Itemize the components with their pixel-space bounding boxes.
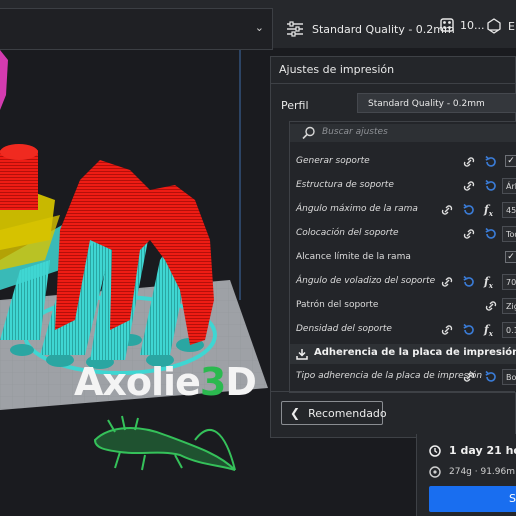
function-icon[interactable]: fx xyxy=(484,203,493,218)
reset-icon[interactable] xyxy=(462,203,476,217)
setting-label: Ángulo de voladizo del soporte xyxy=(296,276,436,286)
recommended-label: Recomendado xyxy=(308,406,387,420)
divider xyxy=(271,83,515,84)
watermark-logo: Axolie3D xyxy=(74,360,257,404)
setting-label: Estructura de soporte xyxy=(296,180,394,190)
setting-label: Generar soporte xyxy=(296,156,370,166)
link-icon[interactable] xyxy=(462,228,476,240)
adhesion-value: E xyxy=(508,19,515,33)
link-icon[interactable] xyxy=(440,276,454,288)
logo-text-right: D xyxy=(225,360,257,404)
support-structure-select[interactable]: Árb xyxy=(502,178,516,194)
infill-icon xyxy=(440,18,454,32)
reset-icon[interactable] xyxy=(462,275,476,289)
link-icon[interactable] xyxy=(484,300,498,312)
setting-row-overhang-angle[interactable]: Ángulo de voladizo del soporte fx 70. xyxy=(296,273,516,293)
branch-angle-input[interactable]: 45. xyxy=(502,202,516,218)
print-time: 1 day 21 hours xyxy=(429,444,516,457)
setting-row-generate-support[interactable]: Generar soporte ✓ xyxy=(296,153,516,173)
spool-icon xyxy=(429,466,441,478)
quality-summary[interactable]: Standard Quality - 0.2mm xyxy=(286,18,455,40)
printer-selector[interactable]: ⌄ xyxy=(0,8,273,50)
adhesion-summary[interactable]: E xyxy=(486,18,515,34)
panel-title: Ajustes de impresión xyxy=(279,63,395,76)
material-usage: 274g · 91.96m · BS xyxy=(429,466,516,478)
branch-reach-checkbox[interactable]: ✓ xyxy=(505,251,516,263)
support-value: 10... xyxy=(460,18,485,32)
slice-button[interactable]: S xyxy=(429,486,516,512)
search-placeholder: Buscar ajustes xyxy=(322,127,388,137)
setting-label: Tipo adherencia de la placa de impresión xyxy=(296,371,483,381)
function-icon[interactable]: fx xyxy=(484,275,493,290)
setting-row-support-density[interactable]: Densidad del soporte fx 0.1 xyxy=(296,321,516,341)
link-icon[interactable] xyxy=(440,324,454,336)
chevron-down-icon: ⌄ xyxy=(254,21,264,34)
quality-label: Standard Quality - 0.2mm xyxy=(312,22,455,36)
clock-icon xyxy=(429,444,441,457)
setting-row-support-structure[interactable]: Estructura de soporte Árb xyxy=(296,177,516,197)
reset-icon[interactable] xyxy=(484,370,498,384)
support-summary[interactable]: 10... xyxy=(440,18,485,32)
setting-row-support-pattern[interactable]: Patrón del soporte Zig xyxy=(296,297,516,317)
generate-support-checkbox[interactable]: ✓ xyxy=(505,155,516,167)
profile-select[interactable]: Standard Quality - 0.2mm xyxy=(357,93,516,113)
setting-label: Alcance límite de la rama xyxy=(296,252,411,262)
reset-icon[interactable] xyxy=(462,323,476,337)
reset-icon[interactable] xyxy=(484,155,498,169)
setting-label: Densidad del soporte xyxy=(296,324,392,334)
support-placement-select[interactable]: Tod xyxy=(502,226,516,242)
overhang-angle-input[interactable]: 70. xyxy=(502,274,516,290)
logo-text-left: Axolie xyxy=(74,360,201,404)
reset-icon[interactable] xyxy=(484,227,498,241)
download-icon xyxy=(296,349,308,360)
search-field[interactable]: Buscar ajustes xyxy=(290,124,516,142)
recommended-button[interactable]: ❮ Recomendado xyxy=(281,401,387,425)
category-label: Adherencia de la placa de impresión xyxy=(314,347,516,358)
setting-row-support-placement[interactable]: Colocación del soporte Tod xyxy=(296,225,516,245)
setting-row-adhesion-type[interactable]: Tipo adherencia de la placa de impresión… xyxy=(296,368,516,388)
setting-row-branch-reach[interactable]: Alcance límite de la rama ✓ xyxy=(296,249,516,269)
link-icon[interactable] xyxy=(462,180,476,192)
profile-label: Perfil xyxy=(281,99,309,112)
category-build-plate-adhesion[interactable]: Adherencia de la placa de impresión xyxy=(290,344,516,364)
adhesion-type-select[interactable]: Bor xyxy=(502,369,516,385)
chevron-left-icon: ❮ xyxy=(290,406,301,420)
link-icon[interactable] xyxy=(462,371,476,383)
adhesion-icon xyxy=(487,18,501,34)
setting-label: Patrón del soporte xyxy=(296,300,379,310)
print-info-panel: 1 day 21 hours 274g · 91.96m · BS S xyxy=(416,434,516,516)
link-icon[interactable] xyxy=(440,204,454,216)
settings-list[interactable]: Buscar ajustes Generar soporte ✓ Estruct… xyxy=(289,121,516,393)
support-pattern-select[interactable]: Zig xyxy=(502,298,516,314)
print-settings-panel: Ajustes de impresión Perfil Standard Qua… xyxy=(270,56,516,438)
reset-icon[interactable] xyxy=(484,179,498,193)
sliders-icon xyxy=(287,21,303,37)
print-time-value: 1 day 21 hours xyxy=(449,444,516,457)
function-icon[interactable]: fx xyxy=(484,323,493,338)
top-toolbar: ⌄ Standard Quality - 0.2mm 10... E xyxy=(0,0,516,50)
support-density-input[interactable]: 0.1 xyxy=(502,322,516,338)
link-icon[interactable] xyxy=(462,156,476,168)
setting-row-branch-angle[interactable]: Ángulo máximo de la rama fx 45. xyxy=(296,201,516,221)
material-value: 274g · 91.96m · BS xyxy=(449,467,516,477)
setting-label: Colocación del soporte xyxy=(296,228,399,238)
logo-text-accent: 3 xyxy=(199,360,226,404)
divider xyxy=(271,391,515,392)
setting-label: Ángulo máximo de la rama xyxy=(296,204,418,214)
search-icon xyxy=(302,126,315,140)
